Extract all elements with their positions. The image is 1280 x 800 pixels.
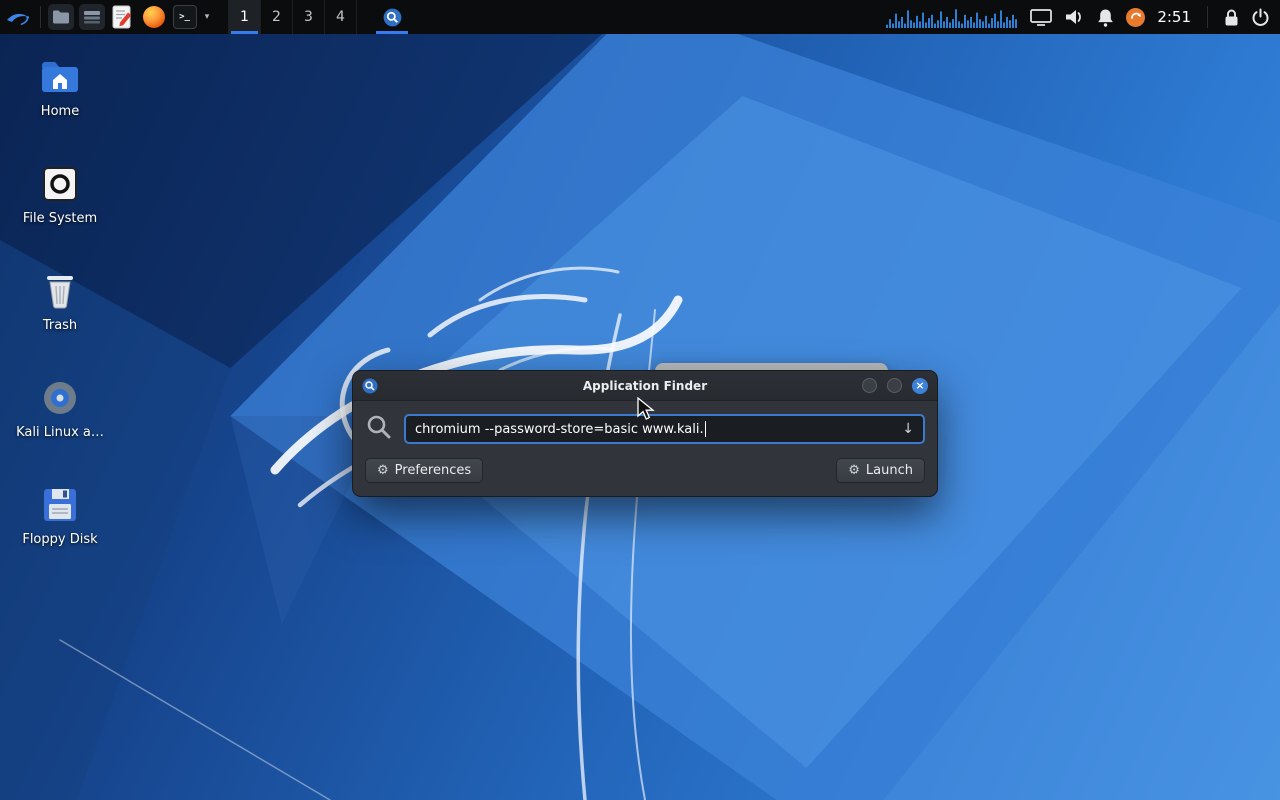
window-title: Application Finder — [353, 379, 937, 393]
command-input[interactable]: chromium --password-store=basic www.kali… — [404, 414, 925, 444]
preferences-button[interactable]: ⚙ Preferences — [365, 458, 483, 483]
desktop-icon-kali-linux[interactable]: Kali Linux a… — [12, 375, 108, 440]
launch-gear-icon: ⚙ — [848, 463, 860, 478]
gear-icon: ⚙ — [377, 463, 389, 478]
status-tray-orange-icon[interactable] — [1126, 8, 1145, 27]
trash-icon — [12, 268, 108, 314]
panel-separator — [1207, 6, 1208, 28]
text-caret — [705, 421, 706, 437]
drive-icon — [12, 161, 108, 207]
workspace-2[interactable]: 2 — [261, 0, 293, 34]
maximize-button[interactable] — [887, 378, 902, 393]
mouse-cursor — [636, 397, 658, 421]
launch-label: Launch — [866, 463, 913, 478]
desktop-icon-label: File System — [12, 211, 108, 226]
application-finder-window: Application Finder × chromium --password… — [352, 370, 938, 497]
cpu-graph-svg — [886, 6, 1018, 28]
terminal-chevron-down-icon[interactable]: ▾ — [200, 12, 214, 22]
desktop-icon-label: Trash — [12, 318, 108, 333]
close-button[interactable]: × — [912, 378, 928, 394]
desktop-icon-file-system[interactable]: File System — [12, 161, 108, 226]
file-manager-icon[interactable] — [45, 0, 76, 34]
lock-screen-icon[interactable] — [1224, 8, 1239, 27]
firefox-icon[interactable] — [138, 0, 169, 34]
desktop-icon-home[interactable]: Home — [12, 54, 108, 119]
minimize-button[interactable] — [862, 378, 877, 393]
floppy-icon — [12, 482, 108, 528]
disc-icon — [12, 375, 108, 421]
launch-button[interactable]: ⚙ Launch — [836, 458, 925, 483]
workspace-1[interactable]: 1 — [229, 0, 261, 34]
mail-icon[interactable] — [76, 0, 107, 34]
top-panel: >_ ▾ 1 2 3 4 — [0, 0, 1280, 34]
panel-separator — [40, 6, 41, 28]
desktop-icon-trash[interactable]: Trash — [12, 268, 108, 333]
notifications-bell-icon[interactable] — [1097, 8, 1114, 27]
desktop-icon-label: Home — [12, 104, 108, 119]
workspace-pager: 1 2 3 4 — [228, 0, 357, 34]
logout-power-icon[interactable] — [1251, 8, 1270, 27]
kali-menu-icon[interactable] — [0, 0, 36, 34]
command-text: chromium --password-store=basic www.kali… — [415, 422, 704, 437]
text-editor-icon[interactable] — [107, 0, 138, 34]
volume-icon[interactable] — [1064, 8, 1085, 26]
clock[interactable]: 2:51 — [1157, 8, 1191, 26]
application-finder-icon — [362, 378, 378, 398]
search-icon — [365, 413, 393, 445]
desktop-icon-label: Kali Linux a… — [12, 425, 108, 440]
desktop: Home File System Trash — [0, 0, 1280, 800]
display-icon[interactable] — [1030, 9, 1052, 26]
desktop-icon-floppy-disk[interactable]: Floppy Disk — [12, 482, 108, 547]
preferences-label: Preferences — [395, 463, 471, 478]
desktop-icon-label: Floppy Disk — [12, 532, 108, 547]
taskbar-application-finder[interactable] — [373, 0, 411, 34]
dropdown-arrow-icon[interactable]: ↓ — [902, 421, 914, 437]
terminal-icon[interactable]: >_ — [169, 0, 200, 34]
cpu-graph[interactable] — [886, 6, 1018, 28]
workspace-3[interactable]: 3 — [293, 0, 325, 34]
home-folder-icon — [12, 54, 108, 100]
workspace-4[interactable]: 4 — [325, 0, 357, 34]
